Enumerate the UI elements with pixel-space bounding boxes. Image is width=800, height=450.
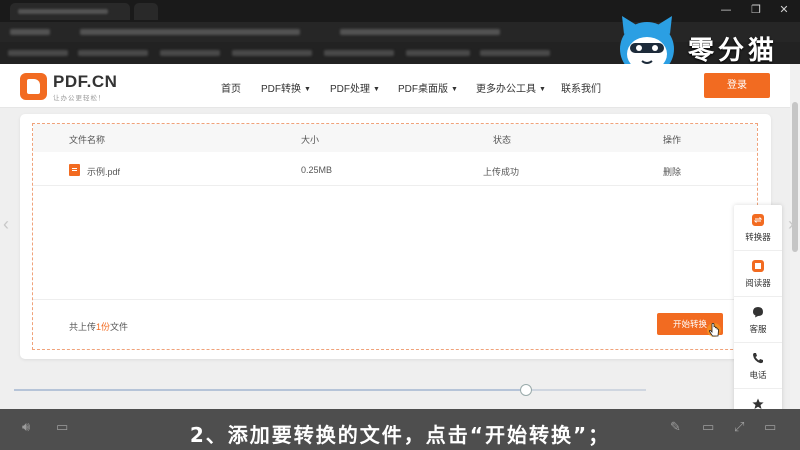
- chevron-left-icon[interactable]: ‹: [3, 214, 9, 235]
- file-list-area: 文件名称 大小 状态 操作 示例.pdf 0.25MB 上传成功 删除 共上传1…: [32, 123, 758, 350]
- nav-pdf-process[interactable]: PDF处理 ▼: [330, 80, 380, 95]
- column-header-name: 文件名称: [69, 135, 106, 145]
- sidebar-item-customer-service[interactable]: 客服: [734, 297, 782, 343]
- site-header: PDF.CN 让办公更轻松！ 首页 PDF转换 ▼ PDF处理 ▼ PDF桌面版 ▼ …: [0, 64, 790, 108]
- converter-icon: [752, 214, 764, 226]
- nav-home[interactable]: 首页: [221, 80, 241, 95]
- nav-pdf-convert[interactable]: PDF转换 ▼: [261, 80, 311, 95]
- website: PDF.CN 让办公更轻松！ 首页 PDF转换 ▼ PDF处理 ▼ PDF桌面版 ▼ …: [0, 64, 790, 450]
- page-scrollbar[interactable]: [790, 64, 800, 450]
- sidebar-item-reader[interactable]: 阅读器: [734, 251, 782, 297]
- nav-contact[interactable]: 联系我们: [561, 80, 601, 95]
- reader-icon: [752, 260, 764, 272]
- caret-down-icon: ▼: [373, 86, 380, 93]
- table-row: 示例.pdf 0.25MB 上传成功 删除: [33, 154, 757, 186]
- sidebar-item-phone[interactable]: 电话: [734, 343, 782, 389]
- delete-link[interactable]: 删除: [663, 165, 681, 178]
- column-header-status: 状态: [493, 135, 512, 145]
- nav-more-tools[interactable]: 更多办公工具 ▼: [476, 80, 546, 95]
- chevron-right-icon[interactable]: ›: [788, 214, 794, 235]
- new-tab-button[interactable]: [134, 3, 158, 20]
- login-button[interactable]: 登录: [704, 73, 770, 98]
- divider: [33, 299, 757, 300]
- file-size: 0.25MB: [301, 165, 333, 175]
- site-logo-title[interactable]: PDF.CN: [53, 72, 117, 92]
- pdfcn-logo-icon[interactable]: [20, 73, 47, 100]
- caret-down-icon: ▼: [451, 86, 458, 93]
- sidebar-item-converter[interactable]: 转换器: [734, 205, 782, 251]
- column-header-size: 大小: [301, 135, 320, 145]
- file-name: 示例.pdf: [87, 167, 121, 177]
- browser-tab[interactable]: [10, 3, 130, 20]
- site-logo-subtitle: 让办公更轻松！: [53, 95, 106, 102]
- video-subtitle: 2、添加要转换的文件，点击“开始转换”；: [189, 423, 611, 447]
- caret-down-icon: ▼: [304, 86, 311, 93]
- pdf-file-icon: [69, 164, 80, 176]
- hand-cursor-icon: [707, 323, 721, 337]
- upload-status: 上传成功: [483, 167, 520, 177]
- table-header: 文件名称 大小 状态 操作: [33, 124, 757, 152]
- column-header-action: 操作: [663, 135, 682, 145]
- video-progress-played: [14, 389, 526, 391]
- floating-sidebar: 转换器 阅读器 客服 电话: [734, 205, 782, 420]
- phone-icon: [753, 353, 763, 364]
- caret-down-icon: ▼: [539, 86, 546, 93]
- nav-pdf-desktop[interactable]: PDF桌面版 ▼: [398, 80, 458, 95]
- customer-service-icon: [753, 307, 763, 318]
- upload-panel: 文件名称 大小 状态 操作 示例.pdf 0.25MB 上传成功 删除 共上传1…: [20, 114, 771, 359]
- video-progress-knob[interactable]: [519, 384, 532, 396]
- watermark-text: 零分猫: [688, 36, 779, 66]
- upload-count: 共上传1份文件: [69, 322, 129, 332]
